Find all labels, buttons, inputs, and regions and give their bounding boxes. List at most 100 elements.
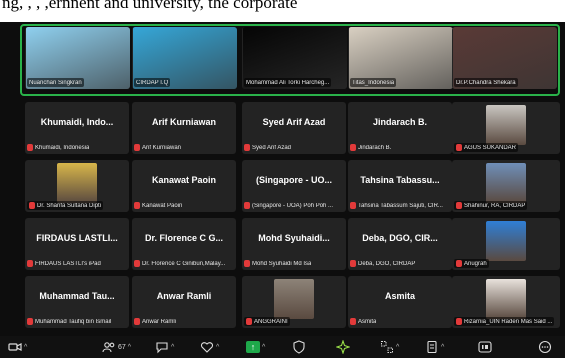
muted-mic-icon xyxy=(134,202,140,209)
speaker-tile[interactable]: Titas_Indonesia xyxy=(348,27,453,89)
participant-label: Rizarnia_UIN Raden Mas Said ... xyxy=(454,317,555,326)
more-button[interactable] xyxy=(538,339,552,355)
heart-icon xyxy=(200,342,214,353)
chevron-up-icon[interactable]: ^ xyxy=(396,344,399,351)
participant-tile[interactable]: ANGGRAINI xyxy=(242,276,346,328)
speaker-tile[interactable]: CIRDAP I.Q xyxy=(132,27,237,89)
participant-display-name: FIRDAUS LASTLI... xyxy=(36,233,118,243)
participant-label: Anwar Ramli xyxy=(134,317,176,326)
participant-label: Anugrah xyxy=(454,259,489,268)
participant-name: (Singapore - UOA) Poh Poh ... xyxy=(252,202,334,209)
notes-icon xyxy=(427,340,437,354)
participant-tile[interactable]: (Singapore - UO... (Singapore - UOA) Poh … xyxy=(242,160,346,212)
chevron-up-icon[interactable]: ^ xyxy=(24,344,27,351)
participant-label: Dr. Sharifa Sultana Dipti xyxy=(27,201,104,210)
participant-name: Mohammad Ali Torki Harcheg... xyxy=(246,79,330,86)
participant-name: Arif Kurniawan xyxy=(142,144,182,151)
muted-mic-icon xyxy=(456,202,462,209)
video-feed xyxy=(486,279,526,319)
participant-name: Deba, DGO, CIRDAP xyxy=(358,260,416,267)
participant-display-name: (Singapore - UO... xyxy=(255,175,332,185)
muted-mic-icon xyxy=(27,260,33,267)
chevron-up-icon[interactable]: ^ xyxy=(262,344,265,351)
participant-tile[interactable]: Kanawat Paoin Kanawat Paoin xyxy=(132,160,236,212)
participant-tile[interactable]: Anwar Ramli Anwar Ramli xyxy=(132,276,236,328)
chevron-up-icon[interactable]: ^ xyxy=(441,344,444,351)
participant-name: FIRDAUS LASTLI's iPad xyxy=(35,260,101,267)
participant-display-name: Khumaidi, Indo... xyxy=(40,117,114,127)
participant-tile[interactable]: Deba, DGO, CIR... Deba, DGO, CIRDAP xyxy=(348,218,452,270)
participant-tile[interactable]: Syed Arif Azad Syed Arif Azad xyxy=(242,102,346,154)
record-button[interactable] xyxy=(478,339,492,355)
participant-tile[interactable]: Khumaidi, Indo... Khumaidi, Indonesia xyxy=(25,102,129,154)
participant-label: Asmita xyxy=(350,317,376,326)
participant-name: Asmita xyxy=(358,318,377,325)
participant-name: Syed Arif Azad xyxy=(252,144,292,151)
chat-button[interactable]: ^ xyxy=(155,339,174,355)
meeting-toolbar: ^ 67 ^ ^ ^ ↑ ^ ^ ^ xyxy=(0,336,565,358)
share-screen-icon: ↑ xyxy=(246,341,260,353)
more-icon xyxy=(538,340,552,354)
participant-tile[interactable]: Arif Kurniawan Arif Kurniawan xyxy=(132,102,236,154)
muted-mic-icon xyxy=(244,202,250,209)
speaker-tile[interactable]: Dr.P.Chandra Shekara xyxy=(452,27,557,89)
participant-display-name: Mohd Syuhaidi... xyxy=(258,233,330,243)
participant-display-name: Dr. Florence C G... xyxy=(144,233,224,243)
video-button[interactable]: ^ xyxy=(8,339,27,355)
muted-mic-icon xyxy=(456,260,462,267)
participant-tile[interactable]: AGUS SUKANDAR xyxy=(452,102,560,154)
participant-name: Kanawat Paoin xyxy=(142,202,183,209)
muted-mic-icon xyxy=(456,144,462,151)
video-feed xyxy=(486,105,526,145)
participant-tile[interactable]: Mohd Syuhaidi... Mohd Syuhaidi Md Isa xyxy=(242,218,346,270)
chevron-up-icon[interactable]: ^ xyxy=(171,344,174,351)
participant-label: Arif Kurniawan xyxy=(134,143,181,152)
participant-tile[interactable]: Asmita Asmita xyxy=(348,276,452,328)
muted-mic-icon xyxy=(27,318,33,325)
participant-name: Nuanchan Singkran xyxy=(29,79,82,86)
security-button[interactable] xyxy=(292,339,306,355)
participant-label: Khumaidi, Indonesia xyxy=(27,143,89,152)
participant-label: Mohammad Ali Torki Harcheg... xyxy=(244,78,332,87)
participant-tile[interactable]: Muhammad Tau... Muhammad Taufiq bin Ismai… xyxy=(25,276,129,328)
speaker-tile[interactable]: Mohammad Ali Torki Harcheg... xyxy=(242,27,347,89)
participant-tile[interactable]: Tahsina Tabassu... Tahsina Tabassum Sajut… xyxy=(348,160,452,212)
speaker-tile[interactable]: Nuanchan Singkran xyxy=(25,27,130,89)
participant-label: Kanawat Paoin xyxy=(134,201,182,210)
chat-icon xyxy=(156,342,168,354)
video-feed xyxy=(486,163,526,203)
participant-name: Dr. Sharifa Sultana Dipti xyxy=(37,202,102,209)
participant-label: (Singapore - UOA) Poh Poh ... xyxy=(244,201,333,210)
participants-button[interactable]: 67 ^ xyxy=(102,339,131,355)
participant-tile[interactable]: Dr. Sharifa Sultana Dipti xyxy=(25,160,129,212)
participant-label: FIRDAUS LASTLI's iPad xyxy=(27,259,101,268)
participant-display-name: Arif Kurniawan xyxy=(151,117,216,127)
muted-mic-icon xyxy=(134,318,140,325)
participants-count: 67 xyxy=(118,343,126,351)
participant-tile[interactable]: Jindarach B. Jindarach B. xyxy=(348,102,452,154)
muted-mic-icon xyxy=(350,260,356,267)
chevron-up-icon[interactable]: ^ xyxy=(216,344,219,351)
notes-button[interactable]: ^ xyxy=(425,339,444,355)
share-screen-button[interactable]: ↑ ^ xyxy=(246,339,265,355)
participant-name: Rizarnia_UIN Raden Mas Said ... xyxy=(464,318,553,325)
participant-label: Jindarach B. xyxy=(350,143,391,152)
participant-tile[interactable]: Rizarnia_UIN Raden Mas Said ... xyxy=(452,276,560,328)
muted-mic-icon xyxy=(134,144,140,151)
participant-tile[interactable]: FIRDAUS LASTLI... FIRDAUS LASTLI's iPad xyxy=(25,218,129,270)
participant-tile[interactable]: Shahinur, RA, CIRDAP xyxy=(452,160,560,212)
participant-tile[interactable]: Anugrah xyxy=(452,218,560,270)
participant-display-name: Tahsina Tabassu... xyxy=(360,175,440,185)
video-feed xyxy=(57,163,97,203)
rooms-icon xyxy=(381,341,393,353)
reactions-button[interactable]: ^ xyxy=(200,339,219,355)
apps-button[interactable] xyxy=(336,339,350,355)
participant-name: Jindarach B. xyxy=(358,144,392,151)
participant-name: ANGGRAINI xyxy=(254,318,288,325)
participant-label: Mohd Syuhaidi Md Isa xyxy=(244,259,311,268)
caption-text: ng, , , ,ernnent and university, the cor… xyxy=(2,0,298,12)
breakout-button[interactable]: ^ xyxy=(380,339,399,355)
participant-display-name: Deba, DGO, CIR... xyxy=(362,233,438,243)
participant-tile[interactable]: Dr. Florence C G... Dr. Florence C Ginibu… xyxy=(132,218,236,270)
chevron-up-icon[interactable]: ^ xyxy=(128,344,131,351)
